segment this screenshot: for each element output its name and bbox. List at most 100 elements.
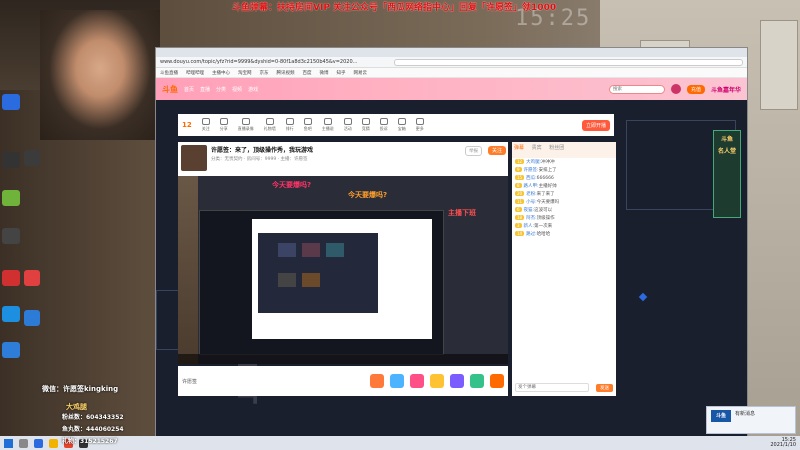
toolbar-item-talk[interactable]: 主播说 <box>322 118 334 132</box>
promo-banner[interactable]: 斗鱼嘉年华 <box>711 85 741 94</box>
side-rank-badge[interactable]: 斗鱼 名人堂 <box>713 130 741 218</box>
chat-tab-vip[interactable]: 贵宾 <box>532 145 542 151</box>
report-button[interactable]: 举报 <box>465 146 482 156</box>
toolbar-item-chest[interactable]: 宝箱 <box>397 118 406 132</box>
send-button[interactable]: 发送 <box>596 384 613 392</box>
chat-text: 666666 <box>536 176 554 181</box>
bookmark-item[interactable]: 斗鱼直播 <box>160 70 178 76</box>
nav-home[interactable]: 首页 <box>184 86 194 93</box>
video-player[interactable]: 今天要爆吗? 今天要爆吗? 主播下班 <box>178 176 508 364</box>
tab-strip[interactable] <box>156 48 747 57</box>
chat-bubble-icon <box>323 118 332 125</box>
gift-item[interactable] <box>390 374 404 388</box>
browser-window: www.douyu.com/topic/yfz?rid=9999&dyshid=… <box>155 47 748 437</box>
desktop-app-icon[interactable] <box>24 150 40 166</box>
chat-username[interactable]: 许愿签: <box>524 168 539 173</box>
bookmark-item[interactable]: 主播中心 <box>212 70 230 76</box>
gift-bar: 许愿签 <box>178 366 508 396</box>
gift-item[interactable] <box>370 374 384 388</box>
chat-text: 安排上了 <box>538 168 557 173</box>
gift-item[interactable] <box>470 374 484 388</box>
bookmark-item[interactable]: 知乎 <box>337 70 346 76</box>
desktop-app-icon[interactable] <box>2 190 20 206</box>
trophy-icon <box>361 118 370 125</box>
gift-item[interactable] <box>490 374 504 388</box>
chat-username[interactable]: 新人: <box>524 224 535 229</box>
danmaku-overlay: 主播下班 <box>448 209 476 217</box>
level-badge: 12 <box>182 121 192 129</box>
desktop-app-icon[interactable] <box>2 228 20 244</box>
chat-username[interactable]: 老粉: <box>526 192 537 197</box>
nav-game[interactable]: 游戏 <box>248 86 258 93</box>
chat-username[interactable]: 阿杰: <box>526 216 537 221</box>
toolbar-item-share[interactable]: 分享 <box>219 118 228 132</box>
address-bar[interactable]: www.douyu.com/topic/yfz?rid=9999&dyshid=… <box>156 57 747 68</box>
player-controls[interactable] <box>178 354 508 364</box>
gift-item[interactable] <box>410 374 424 388</box>
desktop-app-icon[interactable] <box>2 152 20 168</box>
user-avatar[interactable] <box>670 84 681 94</box>
bookmarks-bar: 斗鱼直播 哔哩哔哩 主播中心 淘宝网 京东 腾讯视频 百度 微博 知乎 网易云 <box>156 68 747 78</box>
gift-item[interactable] <box>430 374 444 388</box>
chat-username[interactable]: 大鸡腿: <box>526 160 541 165</box>
bookmark-item[interactable]: 淘宝网 <box>238 70 252 76</box>
tray-clock[interactable]: 15:25 2021/1/10 <box>770 438 796 448</box>
bookmark-item[interactable]: 腾讯视频 <box>277 70 295 76</box>
chat-tab-danmaku[interactable]: 弹幕 <box>514 145 524 151</box>
gift-item[interactable] <box>450 374 464 388</box>
chat-username[interactable]: 西瓜: <box>526 176 537 181</box>
follow-button[interactable]: 关注 <box>487 146 506 155</box>
search-icon[interactable] <box>19 438 28 448</box>
toolbar-item-report[interactable]: 投诉 <box>379 118 388 132</box>
chat-username[interactable]: 夜猫: <box>524 208 535 213</box>
desktop-app-icon[interactable] <box>24 270 40 286</box>
search-input[interactable] <box>608 84 665 94</box>
bookmark-item[interactable]: 百度 <box>303 70 312 76</box>
desktop-app-icon[interactable] <box>24 310 40 326</box>
windows-start-icon[interactable] <box>4 438 13 448</box>
toolbar-item-more[interactable]: 更多 <box>415 118 424 132</box>
site-logo[interactable]: 斗鱼 <box>162 84 178 95</box>
chat-username[interactable]: 小号: <box>526 200 537 205</box>
chat-message: 3 新人:第一次来 <box>512 222 616 230</box>
chat-username[interactable]: 路人甲: <box>524 184 539 189</box>
nested-thumbnail <box>302 273 320 287</box>
url-text[interactable]: www.douyu.com/topic/yfz?rid=9999&dyshid=… <box>160 59 390 65</box>
obs-stat: 鱼丸数：444060254 <box>62 426 124 433</box>
chat-text: 顶级操作 <box>536 216 555 221</box>
taskbar: 15:25 2021/1/10 <box>0 436 800 450</box>
go-live-button[interactable]: 立即开播 <box>581 119 610 131</box>
recharge-button[interactable]: 充值 <box>686 84 705 94</box>
desktop-app-icon[interactable] <box>2 342 20 358</box>
toolbar-item-event[interactable]: 活动 <box>343 118 352 132</box>
nav-category[interactable]: 分类 <box>216 86 226 93</box>
notification-toast[interactable]: 斗鱼 有新消息 <box>706 406 796 434</box>
desktop-app-icon[interactable] <box>2 306 20 322</box>
toolbar-item-gift-wall[interactable]: 礼物墙 <box>264 118 276 132</box>
chat-username[interactable]: 路过: <box>526 232 537 237</box>
fan-badge: 20 <box>515 191 525 196</box>
chat-tab-fans[interactable]: 粉丝团 <box>549 145 564 151</box>
room-toolbar: 12 关注 分享 直播录像 礼物墙 排行 鱼吧 主播说 活动 竞猜 投诉 宝箱 … <box>178 114 614 136</box>
toolbar-item-fishbar[interactable]: 鱼吧 <box>303 118 312 132</box>
bookmark-item[interactable]: 微博 <box>320 70 329 76</box>
browser-icon[interactable] <box>34 438 43 448</box>
bookmark-item[interactable]: 网易云 <box>354 70 368 76</box>
desktop-app-icon[interactable] <box>2 94 20 110</box>
streamer-avatar[interactable] <box>181 145 207 171</box>
side-rank-line: 名人堂 <box>717 148 736 155</box>
toolbar-item-follow[interactable]: 关注 <box>201 118 210 132</box>
chat-input[interactable] <box>515 383 589 392</box>
nav-live[interactable]: 直播 <box>200 86 210 93</box>
desktop-app-icon[interactable] <box>2 270 20 286</box>
url-extension-area[interactable] <box>394 58 743 66</box>
chest-icon <box>397 118 406 125</box>
toolbar-item-guess[interactable]: 竞猜 <box>361 118 370 132</box>
toolbar-item-rank[interactable]: 排行 <box>285 118 294 132</box>
nav-video[interactable]: 视频 <box>232 86 242 93</box>
bookmark-item[interactable]: 京东 <box>260 70 269 76</box>
danmaku-overlay: 今天要爆吗? <box>348 191 388 199</box>
folder-icon[interactable] <box>49 438 58 448</box>
toolbar-item-replay[interactable]: 直播录像 <box>238 118 254 132</box>
bookmark-item[interactable]: 哔哩哔哩 <box>186 70 204 76</box>
